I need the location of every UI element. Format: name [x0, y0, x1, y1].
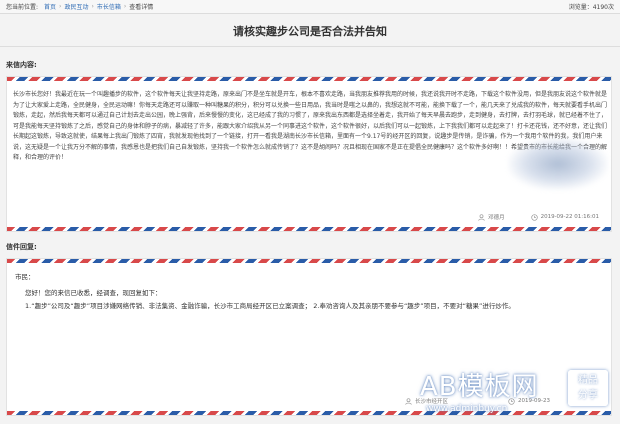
letter-meta: 邓德月 2019-09-22 01:16:01 [478, 213, 599, 221]
letter-author: 邓德月 [488, 215, 505, 221]
reply-section-label: 信件回复: [6, 243, 37, 251]
page-title: 请核实趣步公司是否合法并告知 [233, 25, 387, 38]
letter-timestamp: 2019-09-22 01:16:01 [540, 214, 599, 220]
title-divider [0, 46, 620, 47]
breadcrumb-separator: › [91, 3, 94, 10]
title-area: 请核实趣步公司是否合法并告知 [0, 20, 620, 44]
watermark-badge-line1: 精品 [578, 375, 598, 386]
watermark: AB模板网 www.adminbuy.cn 精品 分享 [420, 366, 616, 422]
watermark-url: www.adminbuy.cn [426, 404, 508, 414]
location-label: 您当前位置: [6, 4, 39, 11]
airmail-border-top [7, 259, 611, 263]
breadcrumb-bar: 您当前位置: 首页 › 政民互动 › 市长信箱 › 查看详情 浏览量：4190次 [0, 0, 620, 14]
view-count: 浏览量：4190次 [568, 4, 614, 11]
clock-icon [530, 213, 538, 221]
redaction-blur [508, 138, 608, 190]
reply-intro: 您好！您的来信已收悉，经调查，现回复如下： [25, 289, 162, 297]
breadcrumb-separator: › [59, 3, 62, 10]
watermark-badge-line2: 分享 [578, 390, 598, 401]
breadcrumb-current: 查看详情 [129, 4, 154, 11]
watermark-badge: 精品 分享 [568, 370, 608, 406]
reply-greeting: 市民： [15, 273, 35, 281]
breadcrumb-separator: › [123, 3, 127, 10]
airmail-border-top [7, 77, 611, 81]
breadcrumb-home-link[interactable]: 首页 [44, 2, 56, 11]
watermark-logo-text: AB模板网 [420, 372, 539, 402]
letter-section-label: 来信内容: [6, 61, 37, 69]
user-icon [405, 397, 412, 405]
airmail-border-bottom [7, 227, 611, 231]
user-icon [478, 213, 485, 221]
breadcrumb-interaction-link[interactable]: 政民互动 [64, 2, 88, 11]
reply-content: 1.“趣步”公司及“趣步”项目涉嫌网络传销、非法集资、金融诈骗，长沙市工商局经开… [25, 302, 515, 310]
breadcrumb-mayor-mailbox-link[interactable]: 市长信箱 [97, 2, 121, 11]
